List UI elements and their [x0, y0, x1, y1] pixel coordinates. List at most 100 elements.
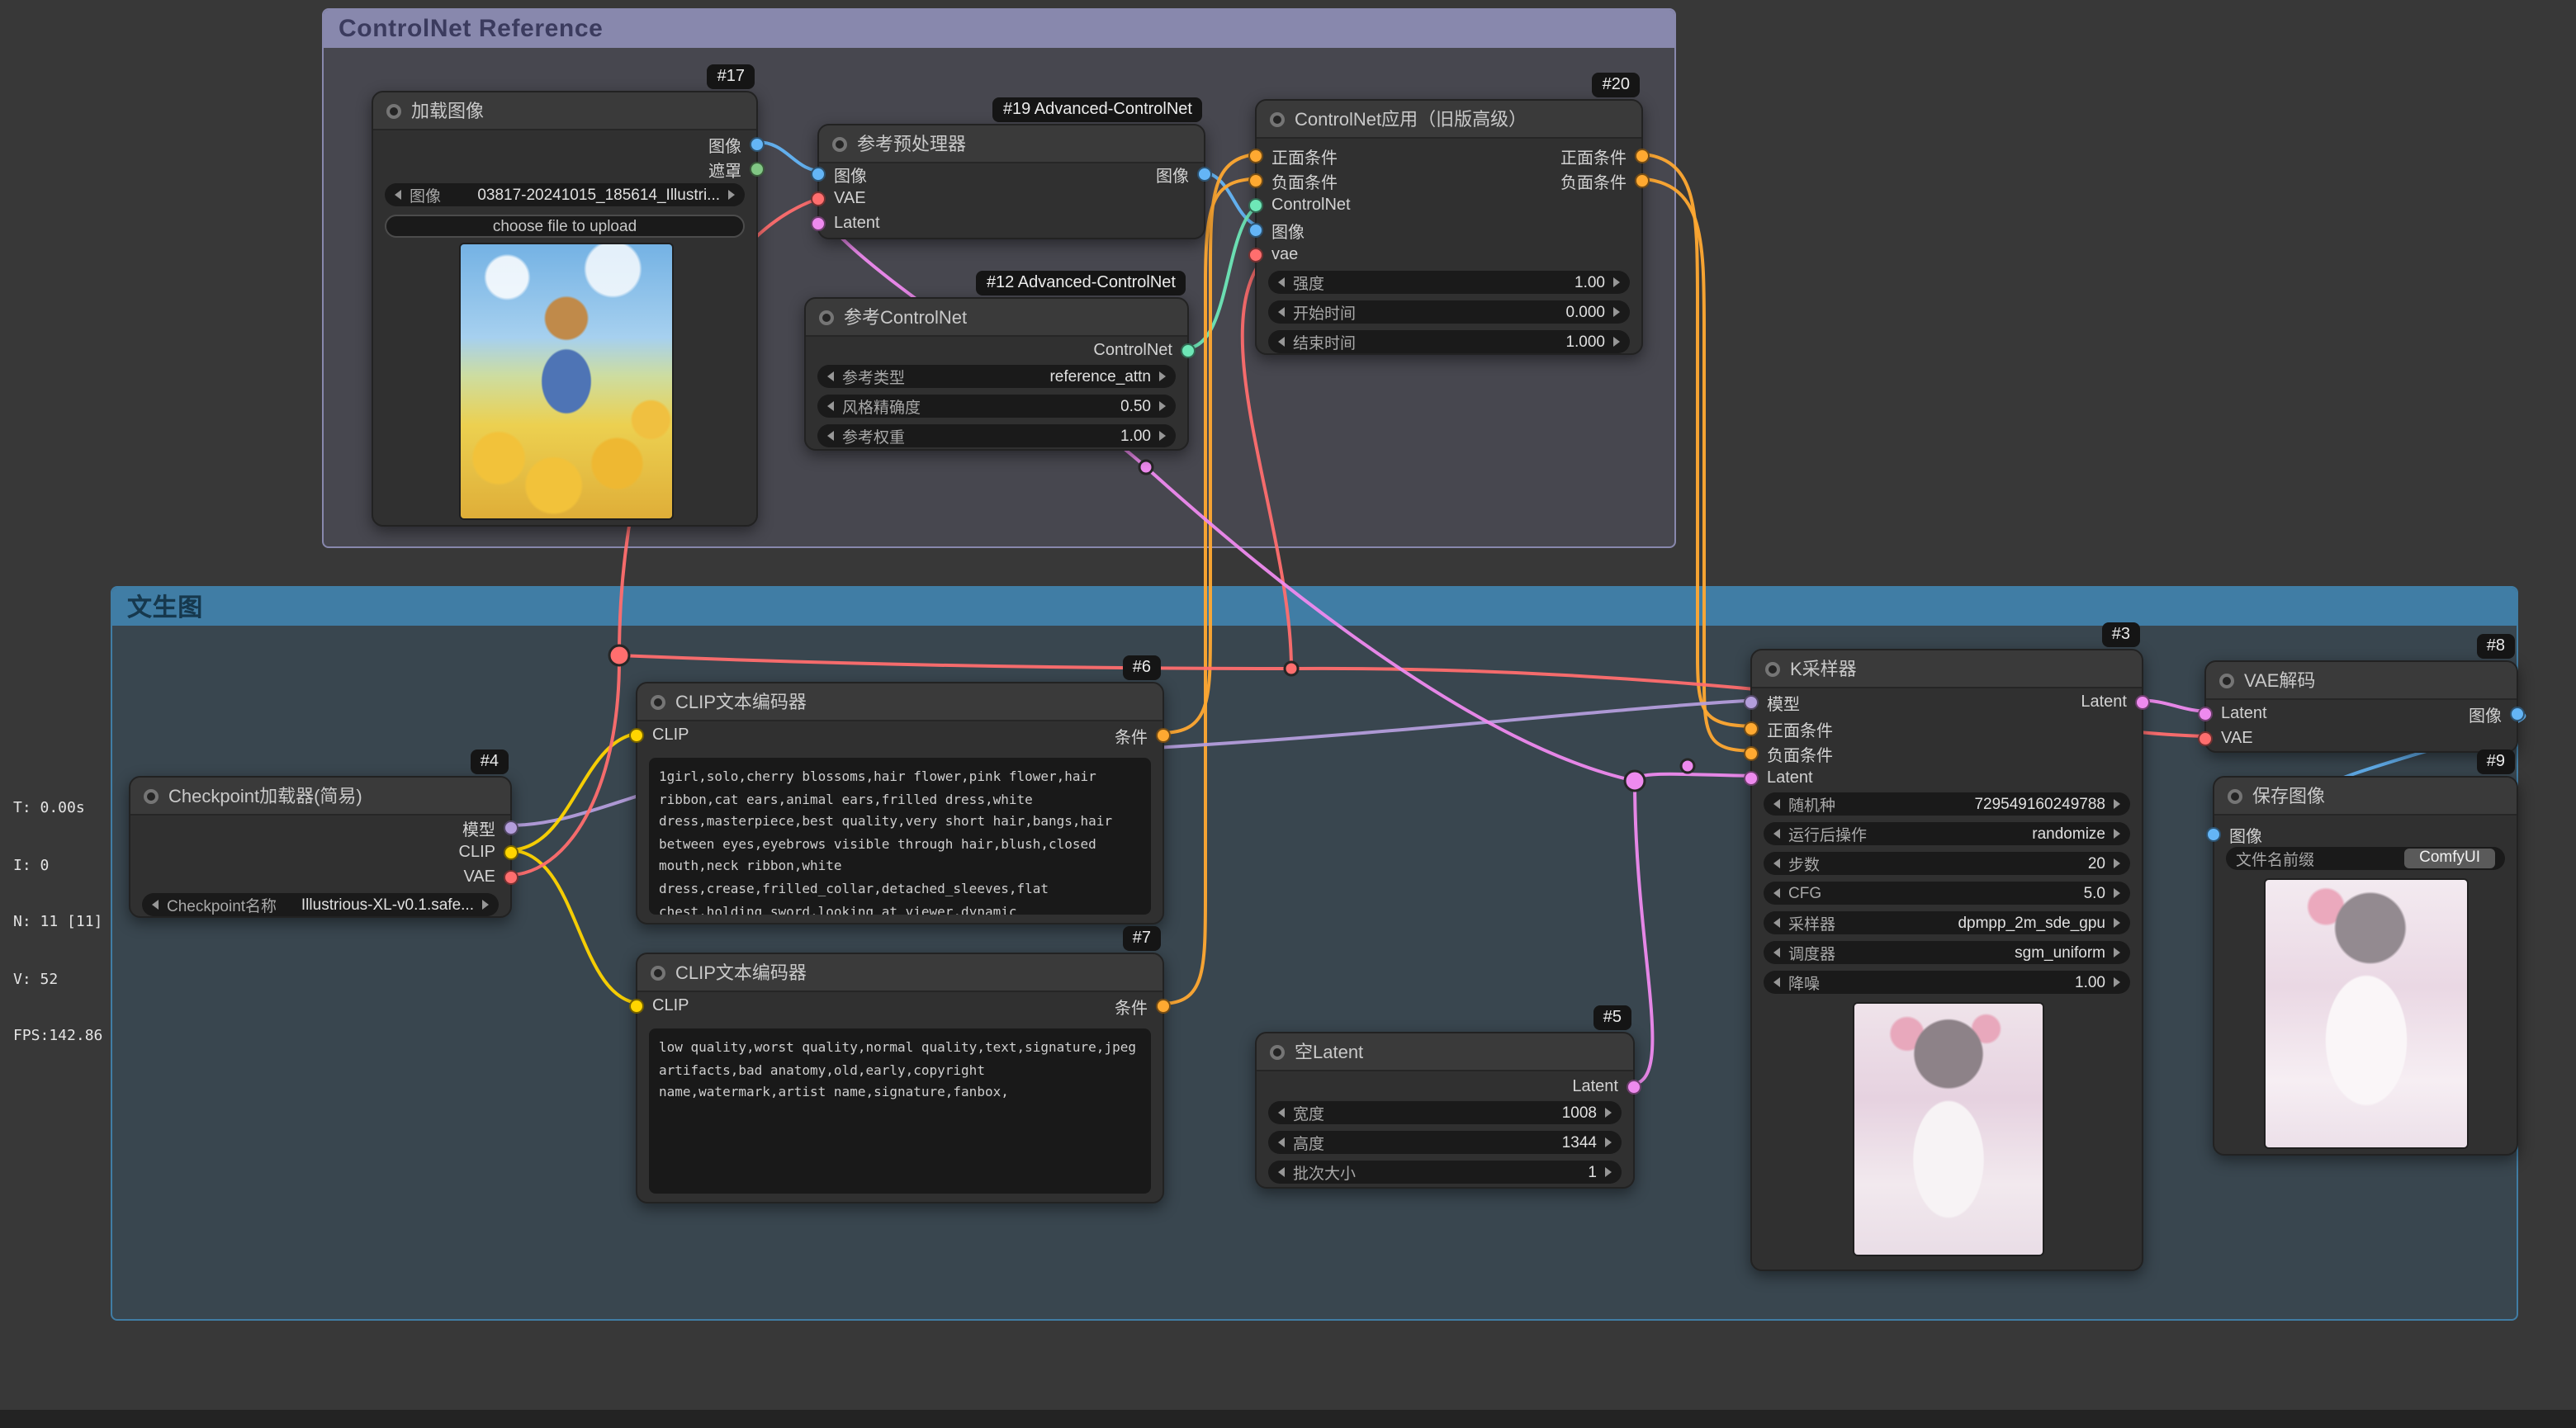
output-port-conditioning[interactable]: 条件: [1115, 723, 1171, 746]
increment-icon[interactable]: [2114, 948, 2120, 958]
decrement-icon[interactable]: [1278, 277, 1285, 287]
widget-ref-weight[interactable]: 参考权重 1.00: [817, 424, 1176, 447]
decrement-icon[interactable]: [1278, 1137, 1285, 1147]
node-clip-encode-positive[interactable]: #6 CLIP文本编码器 CLIP 条件 1girl,solo,cherry b…: [636, 682, 1164, 924]
node-title-bar[interactable]: VAE解码: [2206, 662, 2517, 700]
input-port-controlnet[interactable]: ControlNet: [1248, 193, 1351, 216]
node-title-bar[interactable]: K采样器: [1752, 650, 2142, 688]
input-port-negative[interactable]: 负面条件: [1744, 741, 1833, 764]
input-port-image[interactable]: 图像: [1248, 218, 1305, 241]
output-port-negative[interactable]: 负面条件: [1560, 168, 1650, 192]
increment-icon[interactable]: [1159, 401, 1166, 411]
node-reference-controlnet[interactable]: #12 Advanced-ControlNet 参考ControlNet Con…: [804, 297, 1189, 451]
increment-icon[interactable]: [2114, 977, 2120, 987]
collapse-dot-icon[interactable]: [1765, 661, 1780, 676]
input-port-clip[interactable]: CLIP: [629, 723, 689, 746]
output-port-image[interactable]: 图像: [1156, 162, 1212, 185]
output-port-mask[interactable]: 遮罩: [708, 157, 765, 180]
node-title-bar[interactable]: Checkpoint加载器(简易): [130, 778, 510, 816]
decrement-icon[interactable]: [1773, 948, 1780, 958]
widget-denoise[interactable]: 降噪 1.00: [1764, 971, 2130, 994]
decrement-icon[interactable]: [1773, 888, 1780, 898]
prompt-textarea[interactable]: 1girl,solo,cherry blossoms,hair flower,p…: [649, 758, 1151, 915]
output-port-latent[interactable]: Latent: [1572, 1075, 1641, 1098]
increment-icon[interactable]: [2114, 918, 2120, 928]
input-port-latent[interactable]: Latent: [2198, 702, 2267, 725]
collapse-dot-icon[interactable]: [386, 103, 401, 118]
decrement-icon[interactable]: [827, 401, 834, 411]
widget-after-generate[interactable]: 运行后操作 randomize: [1764, 822, 2130, 845]
decrement-icon[interactable]: [1773, 858, 1780, 868]
collapse-dot-icon[interactable]: [2228, 788, 2242, 803]
widget-cfg[interactable]: CFG 5.0: [1764, 882, 2130, 905]
output-port-image[interactable]: 图像: [2469, 702, 2525, 725]
collapse-dot-icon[interactable]: [1270, 1044, 1285, 1059]
widget-image-combo[interactable]: 图像 03817-20241015_185614_Illustri...: [385, 183, 745, 206]
increment-icon[interactable]: [1605, 1137, 1612, 1147]
input-port-model[interactable]: 模型: [1744, 690, 1800, 713]
widget-filename-prefix[interactable]: 文件名前缀 ComfyUI: [2226, 847, 2505, 870]
collapse-dot-icon[interactable]: [651, 965, 665, 980]
widget-batch-size[interactable]: 批次大小 1: [1268, 1161, 1622, 1184]
widget-seed[interactable]: 随机种 729549160249788: [1764, 792, 2130, 816]
output-port-positive[interactable]: 正面条件: [1560, 144, 1650, 167]
output-port-controlnet[interactable]: ControlNet: [1093, 338, 1196, 362]
widget-ckpt-name[interactable]: Checkpoint名称 Illustrious-XL-v0.1.safe...: [142, 893, 499, 916]
increment-icon[interactable]: [2114, 799, 2120, 809]
input-port-positive[interactable]: 正面条件: [1248, 144, 1338, 167]
collapse-dot-icon[interactable]: [1270, 111, 1285, 126]
widget-height[interactable]: 高度 1344: [1268, 1131, 1622, 1154]
increment-icon[interactable]: [2114, 829, 2120, 839]
node-title-bar[interactable]: CLIP文本编码器: [637, 954, 1163, 992]
decrement-icon[interactable]: [827, 431, 834, 441]
increment-icon[interactable]: [1605, 1108, 1612, 1118]
input-port-vae[interactable]: vae: [1248, 243, 1298, 266]
collapse-dot-icon[interactable]: [651, 694, 665, 709]
output-port-clip[interactable]: CLIP: [459, 840, 519, 863]
decrement-icon[interactable]: [395, 190, 401, 200]
node-apply-controlnet[interactable]: #20 ControlNet应用（旧版高级） 正面条件 负面条件 Control…: [1255, 99, 1643, 355]
node-checkpoint-loader[interactable]: #4 Checkpoint加载器(简易) 模型 CLIP VAE Checkpo…: [129, 776, 512, 918]
output-port-image[interactable]: 图像: [708, 132, 765, 155]
graph-canvas[interactable]: ControlNet Reference 文生图 #17: [0, 0, 2576, 1428]
decrement-icon[interactable]: [1773, 829, 1780, 839]
node-title-bar[interactable]: CLIP文本编码器: [637, 683, 1163, 721]
widget-scheduler[interactable]: 调度器 sgm_uniform: [1764, 941, 2130, 964]
node-empty-latent[interactable]: #5 空Latent Latent 宽度 1008 高度 1344 批次大小 1: [1255, 1032, 1635, 1189]
increment-icon[interactable]: [2114, 858, 2120, 868]
input-port-vae[interactable]: VAE: [811, 187, 866, 210]
collapse-dot-icon[interactable]: [144, 788, 159, 803]
group-header[interactable]: ControlNet Reference: [324, 10, 1674, 48]
node-title-bar[interactable]: 空Latent: [1257, 1033, 1633, 1071]
decrement-icon[interactable]: [827, 371, 834, 381]
prompt-textarea[interactable]: low quality,worst quality,normal quality…: [649, 1028, 1151, 1194]
input-port-vae[interactable]: VAE: [2198, 726, 2253, 749]
node-title-bar[interactable]: 参考ControlNet: [806, 299, 1187, 337]
increment-icon[interactable]: [1159, 371, 1166, 381]
increment-icon[interactable]: [1613, 337, 1620, 347]
input-port-positive[interactable]: 正面条件: [1744, 716, 1833, 740]
widget-width[interactable]: 宽度 1008: [1268, 1101, 1622, 1124]
collapse-dot-icon[interactable]: [832, 136, 847, 151]
increment-icon[interactable]: [482, 900, 489, 910]
input-port-negative[interactable]: 负面条件: [1248, 168, 1338, 192]
node-title-bar[interactable]: 加载图像: [373, 92, 756, 130]
decrement-icon[interactable]: [152, 900, 159, 910]
decrement-icon[interactable]: [1278, 307, 1285, 317]
input-port-latent[interactable]: Latent: [811, 211, 880, 234]
decrement-icon[interactable]: [1278, 1108, 1285, 1118]
node-vae-decode[interactable]: #8 VAE解码 Latent VAE 图像: [2204, 660, 2518, 753]
group-header[interactable]: 文生图: [112, 588, 2517, 626]
increment-icon[interactable]: [728, 190, 735, 200]
node-title-bar[interactable]: ControlNet应用（旧版高级）: [1257, 101, 1641, 139]
node-reference-preprocessor[interactable]: #19 Advanced-ControlNet 参考预处理器 图像 VAE La…: [817, 124, 1205, 239]
output-port-vae[interactable]: VAE: [463, 865, 519, 888]
output-port-latent[interactable]: Latent: [2081, 690, 2150, 713]
increment-icon[interactable]: [1613, 277, 1620, 287]
decrement-icon[interactable]: [1773, 977, 1780, 987]
widget-sampler[interactable]: 采样器 dpmpp_2m_sde_gpu: [1764, 911, 2130, 934]
decrement-icon[interactable]: [1773, 799, 1780, 809]
input-port-image[interactable]: 图像: [2206, 822, 2262, 845]
node-title-bar[interactable]: 参考预处理器: [819, 125, 1204, 163]
node-load-image[interactable]: #17 加载图像 图像 遮罩 图像 03817-20241015_185614_…: [372, 91, 758, 527]
